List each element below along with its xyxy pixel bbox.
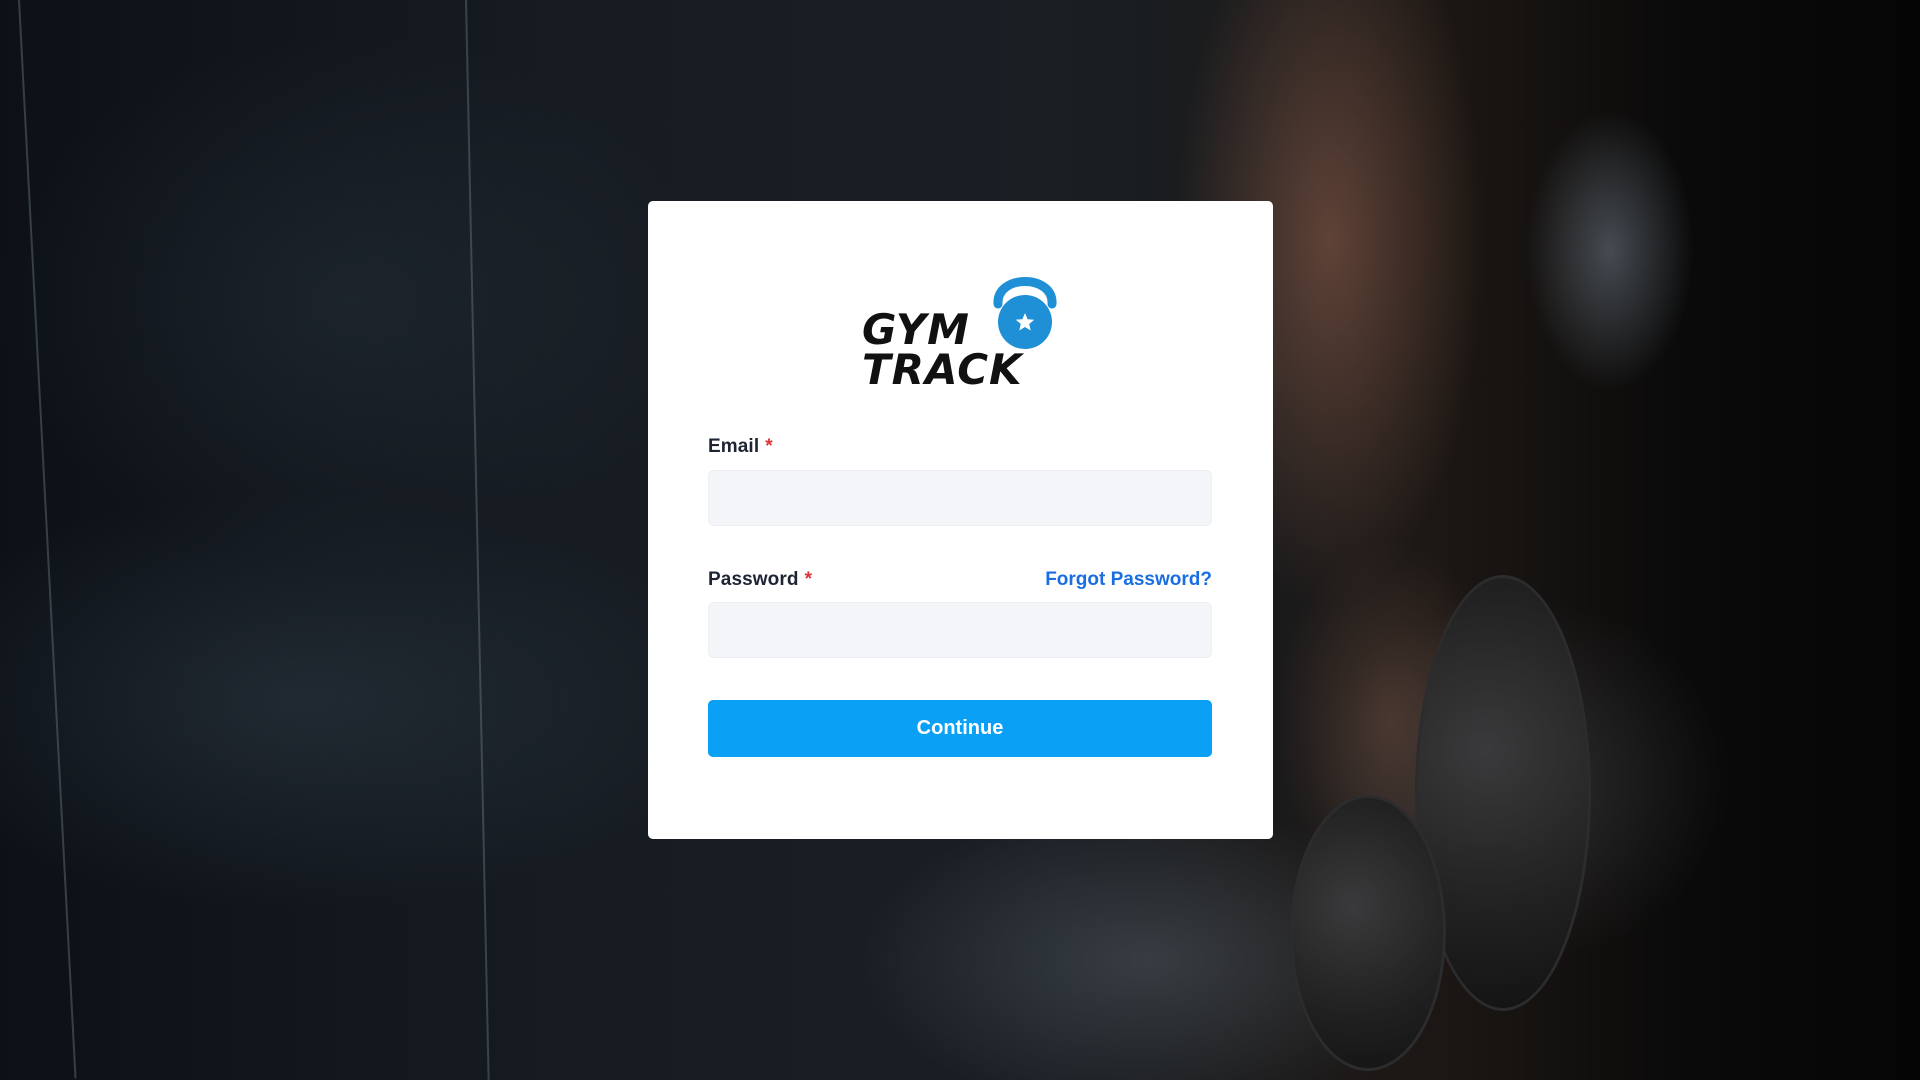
continue-button[interactable]: Continue xyxy=(708,700,1212,757)
email-required-mark: * xyxy=(765,436,773,457)
kettlebell-star-icon: GYM TRACK xyxy=(862,277,1057,388)
email-label: Email * xyxy=(708,436,773,458)
password-label: Password * xyxy=(708,569,812,591)
forgot-password-link[interactable]: Forgot Password? xyxy=(1045,569,1212,591)
email-label-text: Email xyxy=(708,436,760,457)
password-field[interactable] xyxy=(708,602,1212,658)
email-field[interactable] xyxy=(708,470,1212,526)
background-dumbbell-plate xyxy=(1290,795,1446,1071)
password-label-text: Password xyxy=(708,569,799,590)
logo-text-track: TRACK xyxy=(862,345,1025,388)
gymtrack-logo: GYM TRACK xyxy=(860,264,1060,388)
password-required-mark: * xyxy=(804,569,813,590)
